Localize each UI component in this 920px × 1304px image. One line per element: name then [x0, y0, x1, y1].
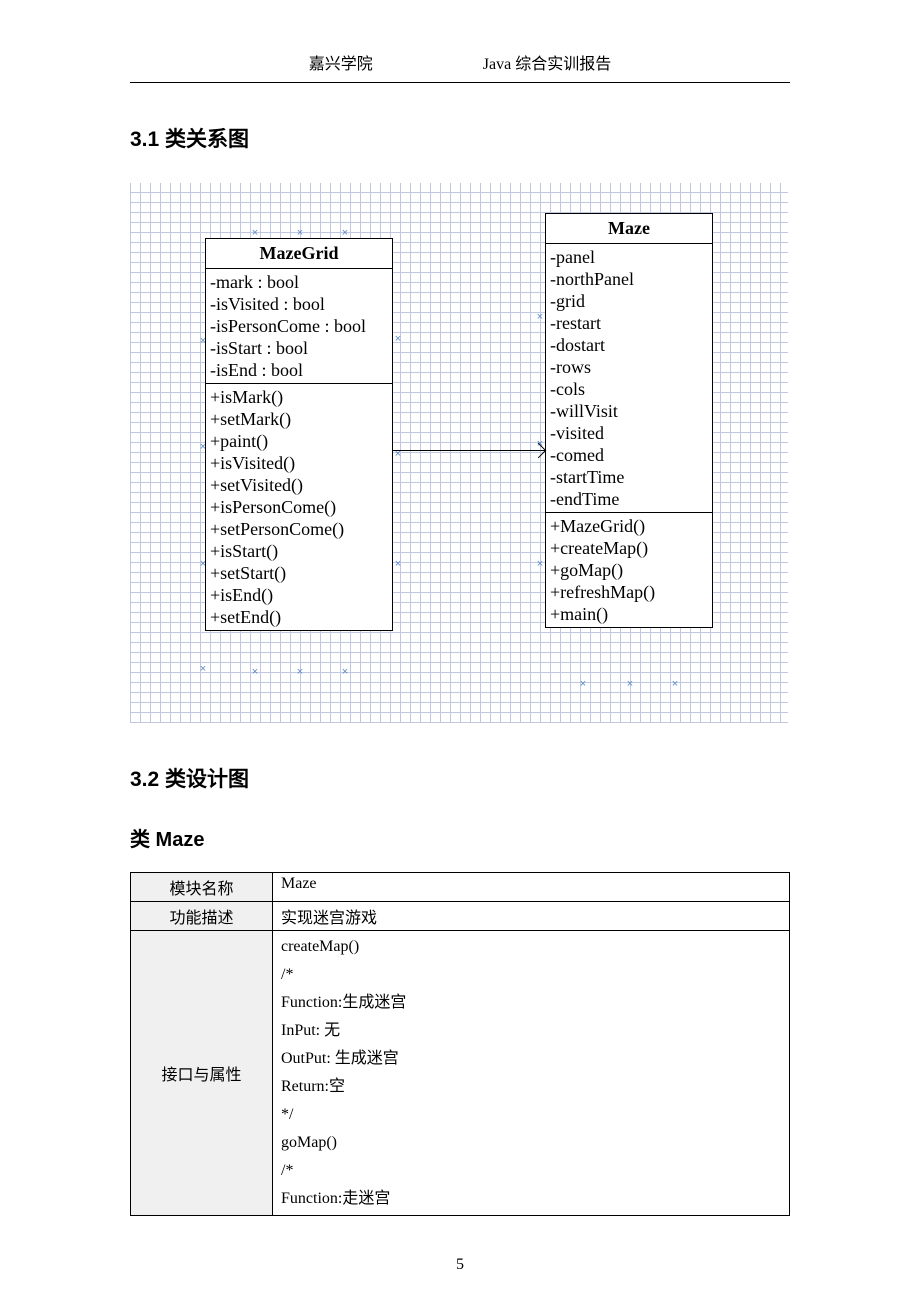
uml-op: +setStart() [210, 562, 388, 584]
function-desc-value: 实现迷宫游戏 [273, 902, 790, 931]
document-page: 嘉兴学院 Java 综合实训报告 3.1 类关系图 × × × × × × × … [0, 0, 920, 1304]
attributes-section: -mark : bool -isVisited : bool -isPerson… [206, 269, 392, 384]
uml-attr: -restart [550, 312, 708, 334]
uml-op: +refreshMap() [550, 581, 708, 603]
interface-attr-value: createMap() /* Function:生成迷宫 InPut: 无 Ou… [273, 931, 790, 1216]
edit-handle-icon: × [393, 333, 403, 345]
code-line: Return:空 [281, 1073, 781, 1101]
uml-diagram: × × × × × × × × × × × × × × × × × × × × … [130, 183, 788, 723]
edit-handle-icon: × [295, 666, 305, 678]
page-number: 5 [130, 1256, 790, 1274]
class-design-table: 模块名称 Maze 功能描述 实现迷宫游戏 接口与属性 createMap() … [130, 872, 790, 1216]
code-line: goMap() [281, 1129, 781, 1157]
edit-handle-icon: × [625, 678, 635, 690]
uml-op: +isStart() [210, 540, 388, 562]
class-maze-heading: 类 Maze [130, 823, 790, 852]
uml-attr: -startTime [550, 466, 708, 488]
code-line: /* [281, 961, 781, 989]
uml-op: +createMap() [550, 537, 708, 559]
attributes-section: -panel -northPanel -grid -restart -dosta… [546, 244, 712, 513]
uml-attr: -isVisited : bool [210, 293, 388, 315]
edit-handle-icon: × [340, 666, 350, 678]
uml-attr: -isEnd : bool [210, 359, 388, 381]
section-3-1-heading: 3.1 类关系图 [130, 123, 790, 153]
uml-attr: -mark : bool [210, 271, 388, 293]
uml-op: +setPersonCome() [210, 518, 388, 540]
uml-op: +isMark() [210, 386, 388, 408]
uml-attr: -panel [550, 246, 708, 268]
operations-section: +MazeGrid() +createMap() +goMap() +refre… [546, 513, 712, 627]
uml-op: +goMap() [550, 559, 708, 581]
uml-op: +setVisited() [210, 474, 388, 496]
module-name-label: 模块名称 [131, 873, 273, 902]
operations-section: +isMark() +setMark() +paint() +isVisited… [206, 384, 392, 630]
edit-handle-icon: × [198, 663, 208, 675]
code-line: Function:生成迷宫 [281, 989, 781, 1017]
uml-attr: -visited [550, 422, 708, 444]
edit-handle-icon: × [670, 678, 680, 690]
class-title: Maze [546, 214, 712, 244]
edit-handle-icon: × [393, 558, 403, 570]
section-3-2-heading: 3.2 类设计图 [130, 763, 790, 793]
uml-op: +setMark() [210, 408, 388, 430]
uml-attr: -willVisit [550, 400, 708, 422]
uml-op: +paint() [210, 430, 388, 452]
function-desc-label: 功能描述 [131, 902, 273, 931]
uml-op: +isEnd() [210, 584, 388, 606]
uml-attr: -grid [550, 290, 708, 312]
edit-handle-icon: × [578, 678, 588, 690]
uml-attr: -cols [550, 378, 708, 400]
uml-attr: -dostart [550, 334, 708, 356]
uml-class-maze: Maze -panel -northPanel -grid -restart -… [545, 213, 713, 628]
uml-op: +setEnd() [210, 606, 388, 628]
edit-handle-icon: × [535, 311, 545, 323]
code-line: Function:走迷宫 [281, 1185, 781, 1213]
class-title: MazeGrid [206, 239, 392, 269]
edit-handle-icon: × [250, 666, 260, 678]
uml-attr: -isStart : bool [210, 337, 388, 359]
interface-attr-label: 接口与属性 [131, 931, 273, 1216]
uml-attr: -northPanel [550, 268, 708, 290]
uml-op: +isPersonCome() [210, 496, 388, 518]
page-header: 嘉兴学院 Java 综合实训报告 [130, 50, 790, 83]
uml-op: +isVisited() [210, 452, 388, 474]
uml-attr: -isPersonCome : bool [210, 315, 388, 337]
uml-op: +main() [550, 603, 708, 625]
header-right: Java 综合实训报告 [483, 50, 611, 74]
uml-attr: -rows [550, 356, 708, 378]
module-name-value: Maze [273, 873, 790, 902]
uml-class-mazegrid: MazeGrid -mark : bool -isVisited : bool … [205, 238, 393, 631]
edit-handle-icon: × [535, 558, 545, 570]
code-line: InPut: 无 [281, 1017, 781, 1045]
uml-attr: -endTime [550, 488, 708, 510]
uml-attr: -comed [550, 444, 708, 466]
uml-op: +MazeGrid() [550, 515, 708, 537]
code-line: createMap() [281, 933, 781, 961]
code-line: /* [281, 1157, 781, 1185]
code-line: */ [281, 1101, 781, 1129]
header-left: 嘉兴学院 [309, 50, 373, 74]
code-line: OutPut: 生成迷宫 [281, 1045, 781, 1073]
